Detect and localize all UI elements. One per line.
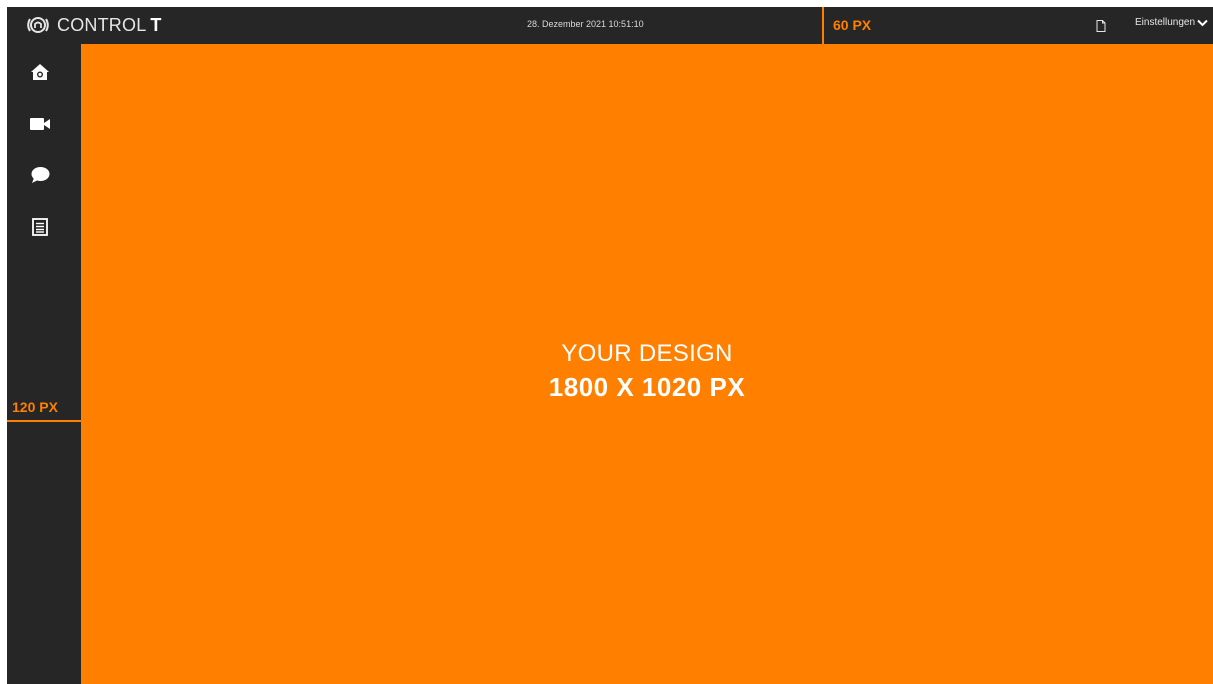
datetime-display: 28. Dezember 2021 10:51:10: [527, 19, 644, 29]
width-marker-line: [7, 420, 81, 422]
chevron-down-icon: [1197, 19, 1208, 26]
sidebar-item-home[interactable]: [27, 59, 53, 85]
brand-name: CONTROL T: [57, 14, 162, 35]
design-title: YOUR DESIGN: [561, 340, 733, 367]
document-list-icon: [32, 218, 48, 236]
brand[interactable]: CONTROL T: [25, 12, 162, 38]
video-camera-icon: [30, 118, 50, 130]
sidebar-item-camera[interactable]: [27, 111, 53, 137]
header-height-label: 60 PX: [833, 17, 872, 33]
brand-logo-icon: [27, 17, 49, 33]
document-icon[interactable]: [1096, 20, 1106, 32]
sidebar-width-label: 120 PX: [12, 399, 58, 415]
sidebar-item-documents[interactable]: [27, 214, 53, 240]
brand-name-strong: T: [150, 14, 162, 35]
top-bar: CONTROL T 28. Dezember 2021 10:51:10 60 P…: [7, 7, 1213, 44]
home-icon: [31, 64, 49, 80]
sidebar: 120 PX: [7, 44, 81, 684]
settings-menu[interactable]: Einstellungen: [1135, 17, 1208, 28]
design-size: 1800 X 1020 PX: [548, 372, 746, 402]
height-marker-line: [822, 7, 824, 44]
settings-label: Einstellungen: [1135, 17, 1196, 28]
sidebar-item-messages[interactable]: [27, 162, 53, 188]
chat-bubble-icon: [31, 167, 50, 183]
design-canvas: YOUR DESIGN 1800 X 1020 PX: [81, 44, 1213, 684]
app-window: CONTROL T 28. Dezember 2021 10:51:10 60 P…: [7, 7, 1213, 684]
